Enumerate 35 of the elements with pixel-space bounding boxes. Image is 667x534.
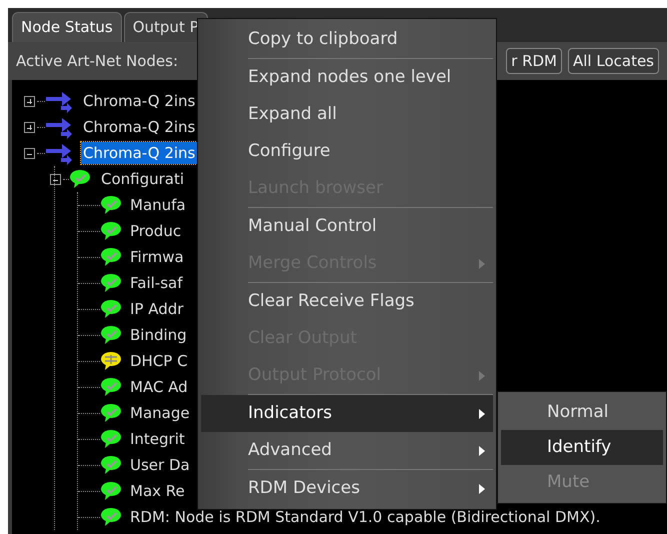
toolbar-button[interactable]: All Locates (568, 48, 659, 74)
tree-item[interactable]: MAC Ad (128, 376, 190, 398)
tree-item[interactable]: Chroma-Q 2ins (81, 116, 198, 138)
menu-item[interactable]: Manual Control (201, 208, 493, 245)
tree-item[interactable]: Manufa (128, 194, 188, 216)
collapse-icon[interactable] (24, 148, 35, 158)
tree-item[interactable]: Firmwa (128, 246, 186, 268)
menu-item[interactable]: Clear Receive Flags (201, 283, 493, 320)
tree-item[interactable]: IP Addr (128, 298, 186, 320)
tree-item[interactable]: Chroma-Q 2ins (81, 142, 198, 164)
menu-item[interactable]: Indicators (201, 395, 493, 432)
menu-item[interactable]: Expand nodes one level (201, 59, 493, 96)
menu-item[interactable]: Normal (501, 395, 663, 430)
menu-item[interactable]: RDM Devices (201, 470, 493, 507)
tab[interactable]: Node Status (12, 12, 122, 42)
tree-item[interactable]: RDM: Node is RDM Standard V1.0 capable (Bidirectional DMX). (128, 506, 602, 528)
tree-item[interactable]: Integrit (128, 428, 187, 450)
tree-item[interactable]: Max Re (128, 480, 187, 502)
menu-item[interactable]: Configure (201, 133, 493, 170)
menu-item[interactable]: Identify (501, 430, 663, 465)
tree-item[interactable]: DHCP C (128, 350, 190, 372)
tree-item[interactable]: Fail-saf (128, 272, 184, 294)
expand-icon[interactable] (24, 122, 35, 132)
tree-item[interactable]: Produc (128, 220, 184, 242)
tree-item[interactable]: Configurati (99, 168, 186, 190)
tree-item[interactable]: Manage (128, 402, 192, 424)
tree-item[interactable]: User Da (128, 454, 192, 476)
tree-item[interactable]: Chroma-Q 2ins (81, 90, 198, 112)
expand-icon[interactable] (24, 96, 35, 106)
menu-item[interactable]: Advanced (201, 432, 493, 469)
collapse-icon[interactable] (50, 174, 61, 184)
toolbar-button[interactable]: r RDM (506, 48, 562, 74)
tree-item[interactable]: Binding (128, 324, 189, 346)
nodes-label: Active Art-Net Nodes: (16, 50, 178, 72)
menu-item[interactable]: Expand all (201, 96, 493, 133)
